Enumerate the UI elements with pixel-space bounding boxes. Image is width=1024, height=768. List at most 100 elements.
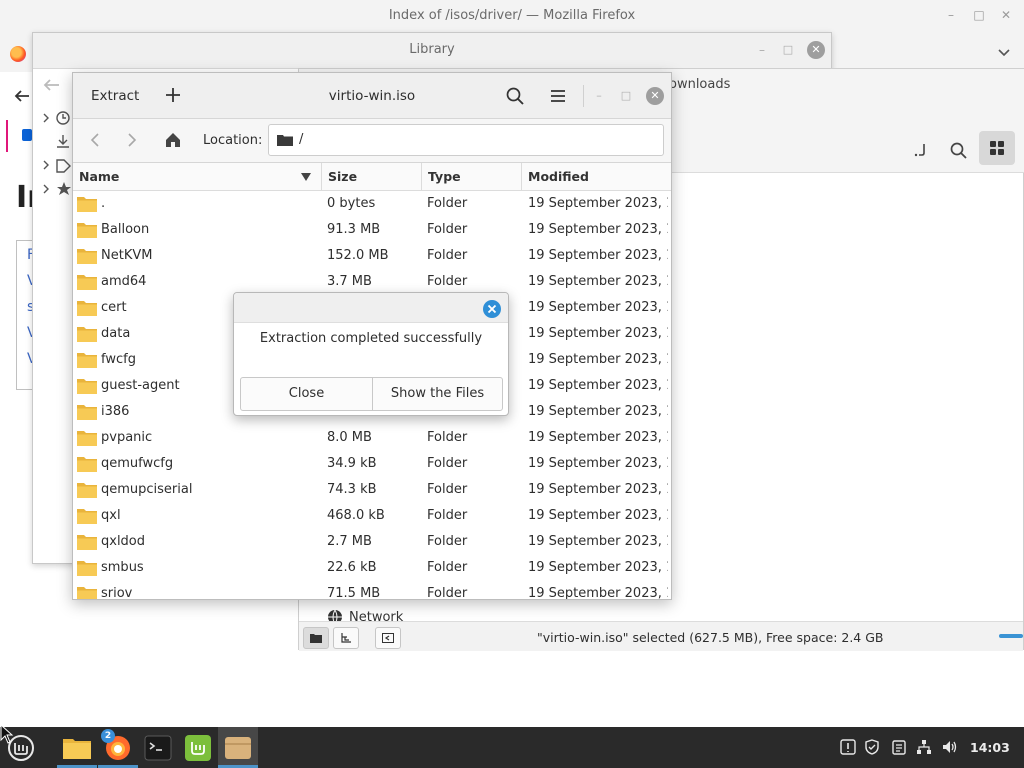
file-size: 34.9 kB	[327, 456, 377, 471]
update-manager-icon[interactable]	[840, 739, 856, 755]
file-modified: 19 September 2023, 15:39	[528, 456, 668, 471]
file-modified: 19 September 2023, 15:39	[528, 404, 668, 419]
file-list-row[interactable]: Balloon 91.3 MB Folder 19 September 2023, 1…	[73, 217, 671, 243]
file-list-row[interactable]: qemufwcfg 34.9 kB Folder 19 September 2023,…	[73, 451, 671, 477]
file-name: NetKVM	[101, 248, 153, 263]
grid-view-button[interactable]	[979, 131, 1015, 165]
file-type: Folder	[427, 586, 468, 600]
file-list-row[interactable]: smbus 22.6 kB Folder 19 September 2023, 15:…	[73, 555, 671, 581]
clipboard-icon[interactable]	[891, 739, 907, 755]
file-type: Folder	[427, 196, 468, 211]
folder-icon	[77, 561, 97, 576]
folder-icon	[77, 587, 97, 599]
file-size: 152.0 MB	[327, 248, 389, 263]
nav-forward-chevron-right-icon[interactable]	[122, 131, 140, 149]
status-text: "virtio-win.iso" selected (627.5 MB), Fr…	[537, 630, 884, 645]
file-name: qemufwcfg	[101, 456, 174, 471]
file-list-row[interactable]: qxl 468.0 kB Folder 19 September 2023, 15:3…	[73, 503, 671, 529]
firefox-info-icon[interactable]	[22, 129, 32, 141]
file-size: 91.3 MB	[327, 222, 381, 237]
firefox-tab-indicator	[6, 120, 8, 152]
dialog-close-button[interactable]	[483, 300, 501, 318]
taskbar-mintinstall[interactable]	[181, 731, 215, 765]
column-header-size[interactable]: Size	[322, 163, 422, 191]
hamburger-menu-icon[interactable]	[548, 86, 568, 106]
file-size: 8.0 MB	[327, 430, 372, 445]
column-header-modified[interactable]: Modified	[522, 163, 671, 191]
file-list-header: Name Size Type Modified	[73, 163, 671, 191]
archive-box-icon	[225, 737, 251, 759]
toggle-sidebar-button[interactable]	[375, 627, 401, 649]
file-list-row[interactable]: NetKVM 152.0 MB Folder 19 September 2023, 1…	[73, 243, 671, 269]
folder-icon	[77, 275, 97, 290]
file-list-row[interactable]: qemupciserial 74.3 kB Folder 19 September 2…	[73, 477, 671, 503]
file-list-row[interactable]: . 0 bytes Folder 19 September 2023, 15:39	[73, 191, 671, 217]
file-name: fwcfg	[101, 352, 136, 367]
archive-minimize-button[interactable]: –	[591, 88, 607, 104]
folder-icon	[77, 249, 97, 264]
file-modified: 19 September 2023, 15:39	[528, 586, 668, 600]
tags-icon[interactable]	[41, 157, 71, 173]
folder-icon	[77, 197, 97, 212]
file-size: 0 bytes	[327, 196, 376, 211]
archive-manager-headerbar: Extract virtio-win.iso – □ ✕	[73, 73, 671, 119]
library-titlebar: Library – □ ✕	[33, 33, 831, 69]
close-button[interactable]: Close	[241, 378, 372, 410]
file-modified: 19 September 2023, 15:39	[528, 352, 668, 367]
file-modified: 19 September 2023, 15:39	[528, 274, 668, 289]
firefox-minimize-button[interactable]: –	[944, 8, 958, 22]
zoom-slider[interactable]	[999, 634, 1023, 638]
file-list-row[interactable]: sriov 71.5 MB Folder 19 September 2023, 15:…	[73, 581, 671, 600]
extraction-complete-dialog: Extraction completed successfully Close …	[233, 292, 509, 416]
library-maximize-button[interactable]: □	[781, 43, 795, 57]
firefox-maximize-button[interactable]: □	[972, 8, 986, 22]
firefox-back-arrow-icon[interactable]	[12, 86, 32, 106]
archive-search-icon[interactable]	[505, 86, 525, 106]
file-name: qxl	[101, 508, 121, 523]
file-modified: 19 September 2023, 15:39	[528, 222, 668, 237]
library-close-button[interactable]: ✕	[807, 41, 825, 59]
archive-close-button[interactable]: ✕	[646, 87, 664, 105]
file-type: Folder	[427, 248, 468, 263]
taskbar-archive-manager[interactable]	[221, 731, 255, 765]
library-back-icon[interactable]	[39, 75, 65, 95]
nav-back-chevron-left-icon[interactable]	[87, 131, 105, 149]
show-files-button[interactable]: Show the Files	[373, 378, 502, 410]
file-type: Folder	[427, 274, 468, 289]
taskbar-terminal[interactable]	[141, 731, 175, 765]
file-name: cert	[101, 300, 127, 315]
shield-icon[interactable]	[864, 739, 880, 755]
column-header-type[interactable]: Type	[422, 163, 522, 191]
column-header-name[interactable]: Name	[73, 163, 322, 191]
folder-icon	[77, 457, 97, 472]
open-terminal-icon[interactable]	[911, 141, 931, 159]
library-minimize-button[interactable]: –	[755, 43, 769, 57]
file-name: pvpanic	[101, 430, 153, 445]
file-type: Folder	[427, 508, 468, 523]
clock[interactable]: 14:03	[970, 740, 1010, 755]
archive-maximize-button[interactable]: □	[618, 88, 634, 104]
file-list-row[interactable]: qxldod 2.7 MB Folder 19 September 2023, 15:…	[73, 529, 671, 555]
firefox-close-button[interactable]: ✕	[999, 8, 1013, 22]
location-field[interactable]: /	[268, 124, 664, 156]
file-modified: 19 September 2023, 15:39	[528, 248, 668, 263]
sort-descending-icon[interactable]	[301, 173, 311, 181]
file-list-row[interactable]: pvpanic 8.0 MB Folder 19 September 2023, 15…	[73, 425, 671, 451]
file-size: 3.7 MB	[327, 274, 372, 289]
volume-icon[interactable]	[942, 739, 958, 755]
network-icon[interactable]	[916, 739, 932, 755]
file-modified: 19 September 2023, 15:39	[528, 560, 668, 575]
file-type: Folder	[427, 222, 468, 237]
home-icon[interactable]	[164, 131, 182, 149]
bookmarks-star-icon[interactable]	[41, 181, 71, 197]
software-manager-icon	[185, 735, 211, 761]
file-manager-search-icon[interactable]	[949, 141, 969, 159]
show-treeview-button[interactable]	[333, 627, 359, 649]
history-icon[interactable]	[41, 110, 71, 126]
taskbar-files[interactable]	[60, 731, 94, 765]
show-places-button[interactable]	[303, 627, 329, 649]
tab-list-chevron-down-icon[interactable]	[996, 44, 1012, 60]
terminal-icon	[144, 735, 172, 761]
taskbar: 14:03	[0, 727, 1024, 768]
downloads-icon[interactable]	[41, 133, 71, 149]
